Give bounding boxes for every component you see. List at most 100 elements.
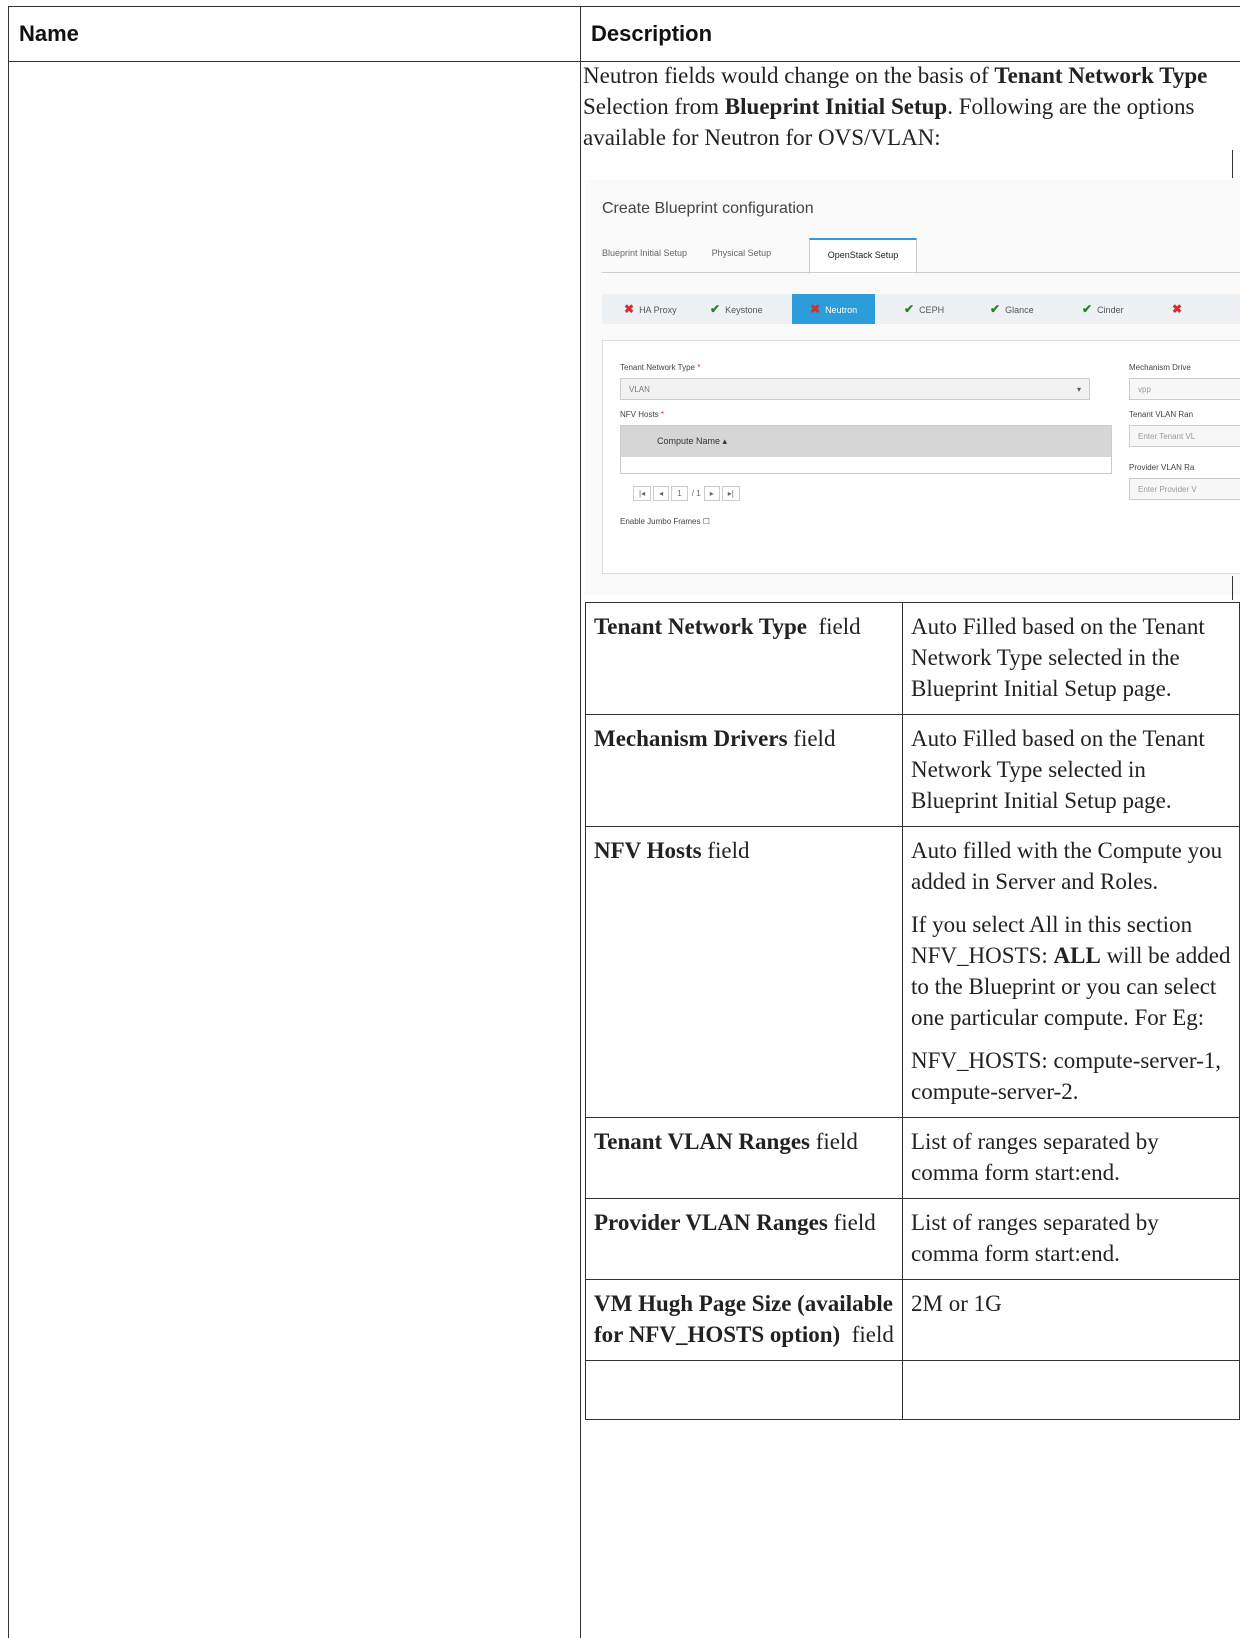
last-page-icon[interactable]: ▸|	[721, 486, 740, 501]
sort-up-icon: ▴	[722, 436, 728, 446]
table-row: Mechanism Drivers field Auto Filled base…	[585, 714, 1240, 827]
x-icon: ✖	[1172, 302, 1183, 316]
required-asterisk: *	[660, 410, 665, 419]
check-icon: ✔	[710, 302, 721, 316]
desc-bold: ALL	[1053, 943, 1101, 968]
table-row: NFV Hosts field Auto filled with the Com…	[585, 826, 1240, 1118]
field-name: Provider VLAN Ranges	[594, 1210, 828, 1235]
nfv-hosts-label: NFV Hosts *	[620, 410, 664, 419]
field-suffix: field	[827, 1210, 876, 1235]
checkbox-icon[interactable]: ☐	[703, 517, 710, 526]
field-desc-cell: Auto Filled based on the Tenant Network …	[902, 714, 1240, 827]
tenant-network-type-label: Tenant Network Type *	[620, 363, 700, 372]
jumbo-label: Enable Jumbo Frames	[620, 517, 701, 526]
grid-pager: |◂ ◂ 1 / 1 ▸ ▸|	[633, 486, 742, 501]
chevron-down-icon: ▾	[1076, 385, 1081, 394]
provider-vlan-ranges-label: Provider VLAN Ra	[1129, 463, 1195, 472]
compute-name-column[interactable]: Compute Name ▴	[657, 436, 727, 447]
step-label: Keystone	[725, 305, 763, 315]
tab-physical-setup[interactable]: Physical Setup	[712, 248, 772, 258]
field-description: NFV_HOSTS: compute-server-1, compute-ser…	[911, 1048, 1221, 1104]
field-name: Mechanism Drivers	[594, 726, 788, 751]
check-icon: ✔	[1082, 302, 1093, 316]
next-page-icon[interactable]: ▸	[703, 486, 720, 501]
field-name-cell: Tenant Network Type field	[585, 602, 903, 715]
nfv-hosts-grid-body	[620, 457, 1112, 474]
provider-vlan-ranges-input[interactable]: Enter Provider V	[1129, 478, 1240, 500]
field-name-cell: Tenant VLAN Ranges field	[585, 1117, 903, 1199]
table-row: Tenant Network Type field Auto Filled ba…	[585, 602, 1240, 715]
field-name: Tenant VLAN Ranges	[594, 1129, 810, 1154]
tab-openstack-setup[interactable]: OpenStack Setup	[809, 238, 917, 274]
table-row: Tenant VLAN Ranges field List of ranges …	[585, 1117, 1240, 1199]
field-desc-cell: List of ranges separated by comma form s…	[902, 1117, 1240, 1199]
label-text: Tenant Network Type	[620, 363, 696, 372]
tab-blueprint-initial-setup[interactable]: Blueprint Initial Setup	[602, 248, 687, 258]
step-ha-proxy[interactable]: ✖ HA Proxy	[624, 294, 677, 324]
x-icon: ✖	[624, 302, 635, 316]
text-cursor	[1232, 576, 1233, 600]
page-of: / 1	[691, 489, 701, 498]
step-neutron[interactable]: ✖ Neutron	[792, 294, 876, 324]
tenant-vlan-ranges-label: Tenant VLAN Ran	[1129, 410, 1194, 419]
intro-paragraph: Neutron fields would change on the basis…	[583, 60, 1223, 153]
check-icon: ✔	[904, 302, 915, 316]
step-ceph[interactable]: ✔ CEPH	[904, 294, 944, 324]
enable-jumbo-frames[interactable]: Enable Jumbo Frames ☐	[620, 517, 710, 526]
field-description: List of ranges separated by comma form s…	[911, 1210, 1159, 1266]
field-description: If you select All in this section NFV_HO…	[911, 909, 1231, 1033]
screenshot-title: Create Blueprint configuration	[602, 200, 814, 217]
neutron-fields-table: Tenant Network Type field Auto Filled ba…	[585, 602, 1240, 1420]
x-icon: ✖	[810, 302, 821, 316]
table-row	[585, 1360, 1240, 1420]
page-input[interactable]: 1	[671, 486, 688, 501]
field-desc-cell: List of ranges separated by comma form s…	[902, 1198, 1240, 1280]
intro-bold: Blueprint Initial Setup	[724, 94, 948, 119]
step-keystone[interactable]: ✔ Keystone	[710, 294, 763, 324]
blueprint-screenshot: Create Blueprint configuration Blueprint…	[585, 180, 1240, 595]
field-suffix: field	[807, 614, 861, 639]
field-description: 2M or 1G	[911, 1291, 1002, 1316]
step-next[interactable]: ✖	[1172, 294, 1187, 324]
select-value: VLAN	[629, 385, 650, 394]
tenant-network-type-select[interactable]: VLAN ▾	[620, 378, 1090, 400]
field-name-cell: Mechanism Drivers field	[585, 714, 903, 827]
first-page-icon[interactable]: |◂	[633, 486, 652, 501]
field-desc-cell: 2M or 1G	[902, 1279, 1240, 1361]
step-label: Glance	[1005, 305, 1034, 315]
neutron-panel: Tenant Network Type * VLAN ▾ NFV Hosts * …	[602, 340, 1240, 574]
header-name: Name	[19, 21, 79, 46]
column-divider	[580, 7, 581, 1638]
tab-divider	[602, 272, 1240, 273]
field-suffix: field	[701, 838, 750, 863]
prev-page-icon[interactable]: ◂	[653, 486, 670, 501]
intro-text: Selection from	[583, 94, 725, 119]
field-description: List of ranges separated by comma form s…	[911, 1129, 1159, 1185]
screenshot-tabs: Blueprint Initial Setup Physical Setup	[602, 248, 793, 258]
field-description: Auto filled with the Compute you added i…	[911, 838, 1223, 894]
tenant-vlan-ranges-input[interactable]: Enter Tenant VL	[1129, 425, 1240, 447]
step-cinder[interactable]: ✔ Cinder	[1082, 294, 1124, 324]
mechanism-drivers-field[interactable]: vpp	[1129, 378, 1240, 400]
field-suffix: field	[810, 1129, 858, 1154]
required-asterisk: *	[697, 363, 701, 372]
step-label: HA Proxy	[639, 305, 677, 315]
field-name-cell: NFV Hosts field	[585, 826, 903, 1118]
field-suffix: field	[840, 1322, 894, 1347]
field-name: NFV Hosts	[594, 838, 702, 863]
field-name: Tenant Network Type	[594, 614, 807, 639]
field-desc-cell: Auto Filled based on the Tenant Network …	[902, 602, 1240, 715]
field-description: Auto Filled based on the Tenant Network …	[911, 614, 1205, 701]
intro-bold: Tenant Network Type	[994, 63, 1208, 88]
step-glance[interactable]: ✔ Glance	[990, 294, 1034, 324]
step-label: CEPH	[919, 305, 945, 315]
field-desc-cell	[902, 1360, 1240, 1420]
table-header-row: Name Description	[9, 7, 1240, 62]
table-row: Provider VLAN Ranges field List of range…	[585, 1198, 1240, 1280]
field-desc-cell: Auto filled with the Compute you added i…	[902, 826, 1240, 1118]
field-name-cell	[585, 1360, 903, 1420]
mechanism-drivers-label: Mechanism Drive	[1129, 363, 1191, 372]
header-description: Description	[591, 21, 713, 46]
label-text: NFV Hosts	[620, 410, 659, 419]
step-label: Cinder	[1097, 305, 1124, 315]
